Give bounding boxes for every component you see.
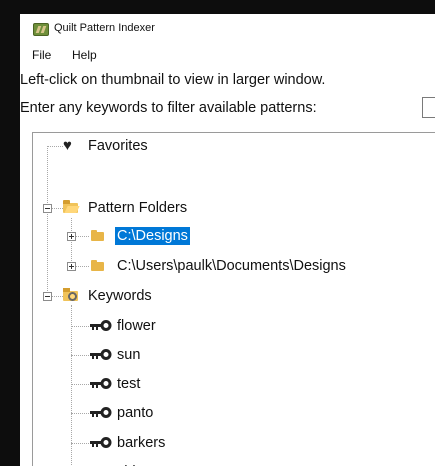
tree-connector bbox=[71, 443, 89, 444]
thumbnail-instruction: Left-click on thumbnail to view in large… bbox=[20, 72, 326, 88]
tree-connector bbox=[71, 384, 89, 385]
tree-connector bbox=[71, 305, 72, 466]
expand-designs-folder-toggle[interactable] bbox=[67, 232, 76, 241]
keyword-filter-input[interactable] bbox=[422, 97, 435, 118]
folder-icon bbox=[91, 260, 104, 271]
tree-label-folder-designs: C:\Designs bbox=[115, 227, 190, 245]
app-window: Quilt Pattern Indexer File Help Left-cli… bbox=[20, 14, 435, 466]
tree-connector bbox=[76, 266, 89, 267]
pattern-tree: ♥ Favorites Pattern Folders C:\Designs C… bbox=[32, 132, 435, 466]
tree-label-folder-documents-designs: C:\Users\paulk\Documents\Designs bbox=[117, 258, 346, 274]
key-icon bbox=[90, 320, 112, 332]
tree-connector bbox=[47, 146, 63, 147]
tree-connector bbox=[71, 355, 89, 356]
keyword-label: panto bbox=[117, 405, 154, 421]
window-title: Quilt Pattern Indexer bbox=[54, 22, 155, 34]
tree-connector bbox=[52, 208, 63, 209]
keyword-label: sun bbox=[117, 347, 141, 363]
title-bar[interactable]: Quilt Pattern Indexer bbox=[20, 14, 435, 44]
keyword-label: flower bbox=[117, 318, 156, 334]
key-icon bbox=[90, 437, 112, 449]
tree-connector bbox=[71, 326, 89, 327]
menu-help[interactable]: Help bbox=[72, 48, 97, 62]
keywords-folder-icon bbox=[63, 288, 78, 301]
tree-label-pattern-folders: Pattern Folders bbox=[88, 200, 188, 216]
open-folder-icon bbox=[63, 200, 78, 213]
tree-label-favorites: Favorites bbox=[88, 138, 148, 154]
key-icon bbox=[90, 378, 112, 390]
heart-icon: ♥ bbox=[63, 137, 72, 154]
menu-bar: File Help bbox=[20, 45, 435, 65]
expand-documents-designs-folder-toggle[interactable] bbox=[67, 262, 76, 271]
quilt-app-icon bbox=[33, 23, 49, 36]
tree-connector bbox=[71, 413, 89, 414]
tree-connector bbox=[52, 296, 63, 297]
menu-file[interactable]: File bbox=[32, 48, 51, 62]
collapse-pattern-folders-toggle[interactable] bbox=[43, 204, 52, 213]
keyword-label: barkers bbox=[117, 435, 166, 451]
folder-icon bbox=[91, 230, 104, 241]
tree-label-keywords: Keywords bbox=[88, 288, 152, 304]
tree-connector bbox=[76, 236, 89, 237]
key-icon bbox=[90, 349, 112, 361]
keyword-filter-label: Enter any keywords to filter available p… bbox=[20, 100, 317, 116]
tree-connector bbox=[47, 146, 48, 299]
collapse-keywords-toggle[interactable] bbox=[43, 292, 52, 301]
keyword-label: test bbox=[117, 376, 141, 392]
key-icon bbox=[90, 407, 112, 419]
